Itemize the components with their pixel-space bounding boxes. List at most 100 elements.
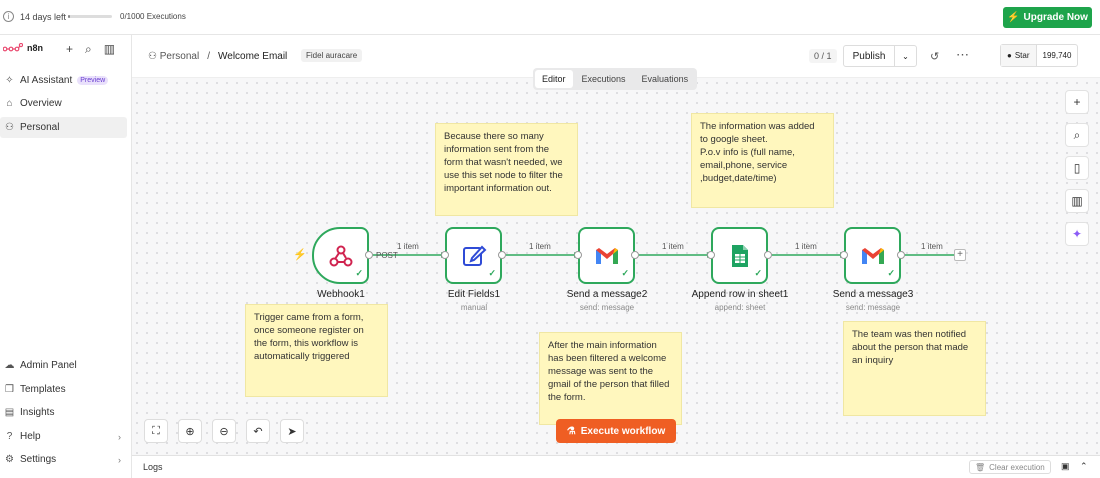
undo-icon[interactable]: ↶ [246,419,270,443]
publish-button[interactable]: Publish ⌄ [843,45,917,67]
input-port[interactable] [441,251,449,259]
connection-item-count: 1 item [529,242,551,251]
n8n-logo[interactable]: n8n [3,43,43,53]
sparkles-icon: ✧ [5,75,14,86]
sidebar-item-insights[interactable]: ▤ Insights [0,402,127,423]
gmail-icon [861,247,884,264]
flask-icon: ⚗ [566,425,576,437]
output-port[interactable] [498,251,506,259]
n8n-logo-icon [3,43,23,52]
more-options-icon[interactable]: ⋯ [956,47,969,63]
output-port[interactable] [365,251,373,259]
cloud-icon: ☁ [4,360,15,371]
success-check-icon: ✓ [355,268,363,278]
edit-pen-icon [462,245,486,266]
sidebar-item-admin-panel[interactable]: ☁ Admin Panel [0,355,127,376]
lightning-icon: ⚡ [1007,12,1020,23]
logs-bar[interactable]: Logs 🗑 Clear execution ▣ ⌃ [132,455,1100,478]
zoom-out-icon[interactable]: ⊖ [212,419,236,443]
node-subtitle: send: message [845,303,901,312]
node-label: Send a message3 [832,289,914,300]
add-node-plus-icon[interactable]: + [954,249,966,261]
tab-evaluations[interactable]: Evaluations [635,70,696,88]
sidebar-item-ai-assistant[interactable]: ✧ AI Assistant Preview [0,70,127,91]
breadcrumb-separator: / [207,51,210,62]
info-icon: i [3,11,14,22]
cursor-icon[interactable]: ➤ [280,419,304,443]
workflow-canvas[interactable]: Editor Executions Evaluations Because th… [132,68,1100,455]
add-node-icon[interactable]: + [1065,90,1089,114]
executions-progress [68,15,112,18]
gear-icon: ⚙ [5,454,14,465]
sidebar-item-overview[interactable]: ⌂ Overview [0,93,127,114]
node-label: Edit Fields1 [447,289,501,300]
sidebar-item-templates[interactable]: ❒ Templates [0,379,127,400]
sidebar-item-help[interactable]: ? Help › [0,426,127,447]
execute-workflow-button[interactable]: ⚗ Execute workflow [556,419,676,443]
canvas-right-toolbar: + ⌕ ▯ ▥ ✦ [1065,90,1089,246]
chevron-up-icon[interactable]: ⌃ [1080,461,1088,472]
webhook-icon [329,245,352,266]
tab-editor[interactable]: Editor [535,70,573,88]
output-port[interactable] [764,251,772,259]
view-tabs: Editor Executions Evaluations [533,68,698,90]
chevron-down-icon[interactable]: ⌄ [894,46,916,66]
toggle-panel-icon[interactable]: ▥ [1065,189,1089,213]
tab-executions[interactable]: Executions [575,70,633,88]
node-webhook[interactable]: ✓ [312,227,369,284]
preview-badge: Preview [77,76,109,85]
sidebar-item-personal[interactable]: ⚇ Personal [0,117,127,138]
success-check-icon: ✓ [887,268,895,278]
trial-bar: i 14 days left 0/1000 Executions ⚡ Upgra… [0,0,1100,35]
output-port[interactable] [897,251,905,259]
gmail-icon [595,247,618,264]
clear-execution-button[interactable]: 🗑 Clear execution [969,460,1051,474]
node-send-message-3[interactable]: ✓ [844,227,901,284]
github-star-button[interactable]: ● Star 199,740 [1000,44,1079,67]
breadcrumb: ⚇ Personal / Welcome Email [148,51,287,62]
connection-item-count: 1 item [397,242,419,251]
zoom-in-icon[interactable]: ⊕ [178,419,202,443]
connection-item-count: 1 item [921,242,943,251]
trial-days-left: 14 days left [20,12,67,22]
workflow-tag[interactable]: Fidel auracare [301,49,363,62]
input-port[interactable] [574,251,582,259]
output-port[interactable] [631,251,639,259]
workflow-title[interactable]: Welcome Email [218,51,287,62]
connection-item-count: 1 item [795,242,817,251]
sidebar: n8n + ⌕ ▥ ✧ AI Assistant Preview ⌂ Overv… [0,35,132,478]
breadcrumb-project[interactable]: ⚇ Personal [148,51,199,62]
version-counter: 0 / 1 [809,49,837,63]
help-icon: ? [6,431,13,442]
trigger-lightning-icon: ⚡ [293,249,307,261]
add-sticky-note-icon[interactable]: ▯ [1065,156,1089,180]
sidebar-item-settings[interactable]: ⚙ Settings › [0,449,127,470]
ai-sparkle-icon[interactable]: ✦ [1065,222,1089,246]
collapse-sidebar-icon[interactable]: ▥ [104,42,115,57]
node-subtitle: send: message [579,303,635,312]
google-sheets-icon [731,244,748,267]
sidebar-top-actions: + ⌕ ▥ [66,42,115,57]
search-nodes-icon[interactable]: ⌕ [1065,123,1089,147]
upgrade-button[interactable]: ⚡ Upgrade Now [1003,7,1092,28]
plus-icon[interactable]: + [66,42,73,57]
success-check-icon: ✓ [488,268,496,278]
node-label: Webhook1 [317,289,365,300]
search-icon[interactable]: ⌕ [85,42,92,57]
trash-icon: 🗑 [975,462,986,472]
node-label: Append row in sheet1 [691,289,789,300]
node-label: Send a message2 [566,289,648,300]
node-send-message-2[interactable]: ✓ [578,227,635,284]
canvas-bottom-toolbar: ⛶ ⊕ ⊖ ↶ ➤ [144,419,304,443]
node-append-row-sheet[interactable]: ✓ [711,227,768,284]
input-port[interactable] [707,251,715,259]
logs-label: Logs [143,462,163,472]
popout-icon[interactable]: ▣ [1061,461,1070,472]
fit-view-icon[interactable]: ⛶ [144,419,168,443]
input-port[interactable] [840,251,848,259]
webhook-method-label: POST [376,251,398,260]
history-icon[interactable]: ↺ [930,50,939,63]
node-edit-fields[interactable]: ✓ [445,227,502,284]
github-star-count: 199,740 [1042,51,1072,60]
box-icon: ❒ [5,384,14,395]
